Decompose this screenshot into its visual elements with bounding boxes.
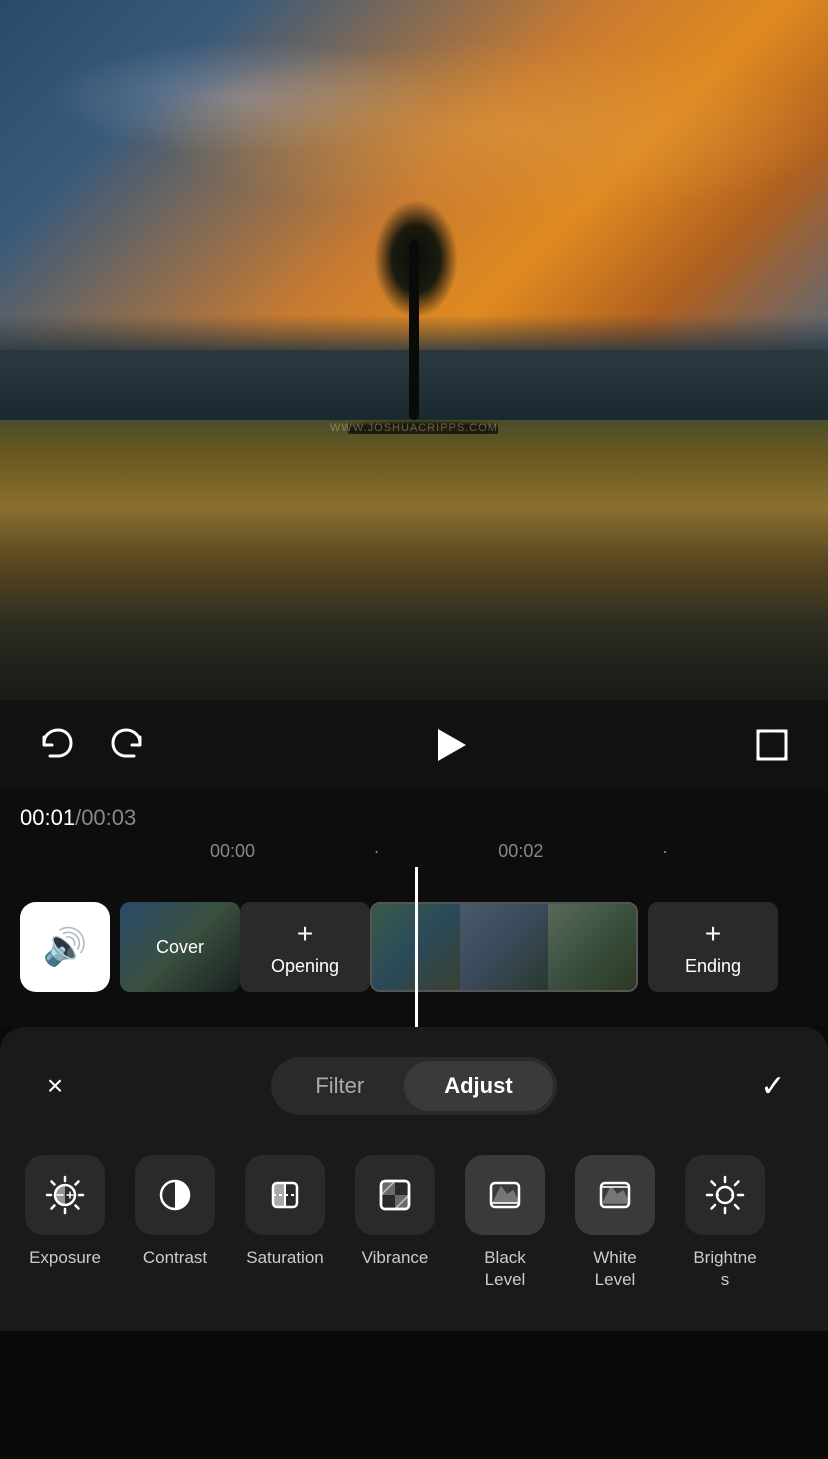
brightness-label: Brightne s [693, 1247, 756, 1291]
black-level-icon [483, 1173, 527, 1217]
audio-icon: 🔊 [43, 926, 88, 968]
opening-label: Opening [271, 956, 339, 977]
tab-row: × Filter Adjust ✓ [0, 1047, 828, 1135]
ending-block[interactable]: + Ending [648, 902, 778, 992]
timeline-area: 00:01 / 00:03 00:00 · 00:02 · 🔊 Cover + … [0, 790, 828, 1027]
saturation-label: Saturation [246, 1247, 324, 1269]
contrast-label: Contrast [143, 1247, 207, 1269]
undo-button[interactable] [30, 719, 82, 771]
contrast-icon-wrap [135, 1155, 215, 1235]
brightness-icon-wrap [685, 1155, 765, 1235]
timeline-scroll[interactable]: 🔊 Cover + Opening + Ending [0, 867, 828, 1027]
marker-dot-2: · [662, 841, 668, 862]
redo-button[interactable] [102, 719, 154, 771]
clip-2 [460, 904, 548, 990]
opening-plus-icon: + [297, 918, 313, 950]
tool-white-level[interactable]: White Level [560, 1145, 670, 1301]
saturation-icon [263, 1173, 307, 1217]
total-time: 00:03 [81, 805, 136, 831]
tools-row: Exposure Contrast Saturati [0, 1135, 828, 1331]
exposure-icon [43, 1173, 87, 1217]
tab-group: Filter Adjust [271, 1057, 556, 1115]
tab-filter[interactable]: Filter [275, 1061, 404, 1111]
vibrance-label: Vibrance [362, 1247, 429, 1269]
fullscreen-icon [752, 725, 792, 765]
fullscreen-button[interactable] [746, 719, 798, 771]
white-level-icon-wrap [575, 1155, 655, 1235]
timeline-track: 🔊 Cover + Opening + Ending [0, 867, 828, 1027]
playhead [415, 867, 418, 1027]
tool-saturation[interactable]: Saturation [230, 1145, 340, 1301]
exposure-label: Exposure [29, 1247, 101, 1269]
play-icon [438, 729, 466, 761]
audio-block[interactable]: 🔊 [20, 902, 110, 992]
video-clips[interactable] [370, 902, 638, 992]
watermark: WWW.JOSHUACRIPPS.COM [330, 422, 498, 434]
ending-plus-icon: + [705, 918, 721, 950]
tool-contrast[interactable]: Contrast [120, 1145, 230, 1301]
vibrance-icon-wrap [355, 1155, 435, 1235]
contrast-icon [153, 1173, 197, 1217]
tool-exposure[interactable]: Exposure [10, 1145, 120, 1301]
saturation-icon-wrap [245, 1155, 325, 1235]
undo-icon [36, 725, 76, 765]
left-controls [30, 719, 154, 771]
controls-bar [0, 700, 828, 790]
cover-label: Cover [156, 937, 204, 958]
confirm-button[interactable]: ✓ [748, 1061, 798, 1111]
tool-black-level[interactable]: Black Level [450, 1145, 560, 1301]
time-markers: 00:00 · 00:02 · [0, 841, 828, 862]
brightness-icon [703, 1173, 747, 1217]
marker-dot-1: · [374, 841, 380, 862]
bottom-panel: × Filter Adjust ✓ [0, 1027, 828, 1331]
tree-trunk [409, 240, 419, 420]
black-level-label: Black Level [484, 1247, 526, 1291]
play-button[interactable] [424, 719, 476, 771]
redo-icon [108, 725, 148, 765]
tool-vibrance[interactable]: Vibrance [340, 1145, 450, 1301]
opening-block[interactable]: + Opening [240, 902, 370, 992]
marker-0: 00:00 [210, 841, 255, 862]
time-display: 00:01 / 00:03 [0, 805, 828, 831]
white-level-icon [593, 1173, 637, 1217]
black-level-icon-wrap [465, 1155, 545, 1235]
exposure-icon-wrap [25, 1155, 105, 1235]
tab-adjust[interactable]: Adjust [404, 1061, 552, 1111]
current-time: 00:01 [20, 805, 75, 831]
ending-label: Ending [685, 956, 741, 977]
video-preview: WWW.JOSHUACRIPPS.COM [0, 0, 828, 700]
marker-2: 00:02 [498, 841, 543, 862]
vibrance-icon [373, 1173, 417, 1217]
clip-3 [548, 904, 636, 990]
tool-brightness[interactable]: Brightne s [670, 1145, 780, 1301]
cover-block[interactable]: Cover [120, 902, 240, 992]
white-level-label: White Level [593, 1247, 636, 1291]
close-button[interactable]: × [30, 1061, 80, 1111]
